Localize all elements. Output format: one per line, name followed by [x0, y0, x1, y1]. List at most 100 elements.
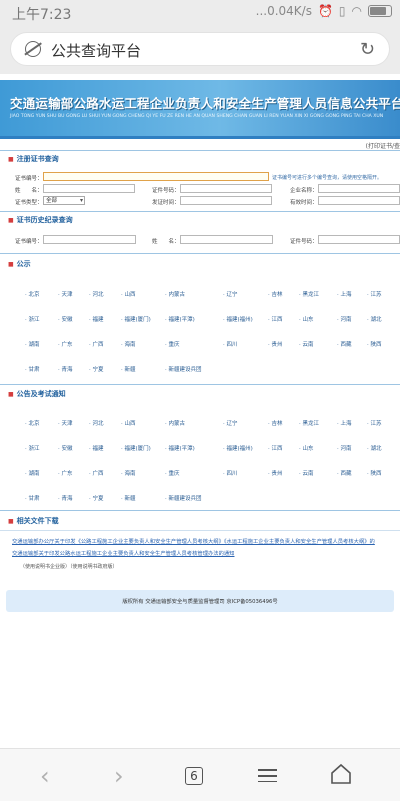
- issue-date-input[interactable]: [180, 196, 272, 205]
- public-region-link[interactable]: 安徽: [58, 315, 73, 323]
- notice-region-link[interactable]: 湖南: [25, 469, 40, 477]
- notice-region-link[interactable]: 黑龙江: [299, 419, 320, 427]
- notice-region-link[interactable]: 湖北: [367, 444, 382, 452]
- home-icon[interactable]: [330, 763, 352, 785]
- cert-no-input[interactable]: [43, 172, 269, 181]
- forward-icon[interactable]: ›: [114, 762, 124, 790]
- notice-region-link[interactable]: 内蒙古: [165, 419, 186, 427]
- notice-region-link[interactable]: 上海: [337, 419, 352, 427]
- public-region-link[interactable]: 广西: [89, 340, 104, 348]
- tabs-button[interactable]: 6: [185, 767, 203, 785]
- public-region-link[interactable]: 重庆: [165, 340, 180, 348]
- notice-region-link[interactable]: 辽宁: [223, 419, 238, 427]
- notice-region-link[interactable]: 陕西: [367, 469, 382, 477]
- doc-link-2[interactable]: 交通运输部关于印发公路水运工程施工企业主要负责人和安全生产管理人员考核管理办法的…: [12, 549, 234, 557]
- public-region-link[interactable]: 新疆: [121, 365, 136, 373]
- notice-region-link[interactable]: 河北: [89, 419, 104, 427]
- notice-region-link[interactable]: 安徽: [58, 444, 73, 452]
- doc-link-1[interactable]: 交通运输部办公厅关于印发《公路工程施工企业主要负责人和安全生产管理人员考核大纲》…: [12, 537, 375, 545]
- public-region-link[interactable]: 辽宁: [223, 290, 238, 298]
- valid-date-input[interactable]: [318, 196, 400, 205]
- notice-region-link[interactable]: 山东: [299, 444, 314, 452]
- public-region-link[interactable]: 云南: [299, 340, 314, 348]
- notice-region-link[interactable]: 福建: [89, 444, 104, 452]
- public-region-link[interactable]: 江苏: [367, 290, 382, 298]
- notice-region-link[interactable]: 青海: [58, 494, 73, 502]
- notice-region-link[interactable]: 福建(福州): [223, 444, 253, 452]
- notice-section-title: 公告及考试通知: [8, 389, 66, 399]
- banner-divider: [0, 136, 400, 139]
- alarm-icon: ⏰: [317, 4, 333, 18]
- notice-region-link[interactable]: 四川: [223, 469, 238, 477]
- public-region-link[interactable]: 山西: [121, 290, 136, 298]
- notice-region-link[interactable]: 福建(厦门): [121, 444, 151, 452]
- notice-region-link[interactable]: 吉林: [268, 419, 283, 427]
- notice-region-link[interactable]: 广西: [89, 469, 104, 477]
- issue-date-label: 发证时间：: [152, 200, 180, 206]
- public-region-link[interactable]: 福建(厦门): [121, 315, 151, 323]
- public-region-link[interactable]: 西藏: [337, 340, 352, 348]
- notice-region-link[interactable]: 广东: [58, 469, 73, 477]
- history-id-input[interactable]: [318, 235, 400, 244]
- notice-region-link[interactable]: 海南: [121, 469, 136, 477]
- public-region-link[interactable]: 河南: [337, 315, 352, 323]
- public-region-link[interactable]: 宁夏: [89, 365, 104, 373]
- notice-region-link[interactable]: 贵州: [268, 469, 283, 477]
- notice-region-link[interactable]: 江西: [268, 444, 283, 452]
- footer-text: 版权所有 交通运输部安全与质量监督管理司 京ICP备05036496号: [122, 599, 278, 605]
- cert-type-label: 证书类型：: [15, 200, 43, 206]
- name-input[interactable]: [43, 184, 135, 193]
- notice-region-link[interactable]: 甘肃: [25, 494, 40, 502]
- page-title: 公共查询平台: [51, 42, 142, 60]
- public-region-link[interactable]: 北京: [25, 290, 40, 298]
- public-region-link[interactable]: 贵州: [268, 340, 283, 348]
- doc-manual-links[interactable]: （使用说明书企业版）（使用说明书政府版）: [20, 563, 118, 570]
- public-region-link[interactable]: 天津: [58, 290, 73, 298]
- public-region-link[interactable]: 吉林: [268, 290, 283, 298]
- history-cert-no-input[interactable]: [43, 235, 136, 244]
- public-region-link[interactable]: 福建(福州): [223, 315, 253, 323]
- id-input[interactable]: [180, 184, 272, 193]
- notice-region-link[interactable]: 江苏: [367, 419, 382, 427]
- menu-icon[interactable]: [258, 769, 277, 783]
- history-section-title: 证书历史纪录查询: [8, 215, 73, 225]
- public-region-link[interactable]: 湖北: [367, 315, 382, 323]
- company-input[interactable]: [318, 184, 400, 193]
- public-region-link[interactable]: 湖南: [25, 340, 40, 348]
- public-region-link[interactable]: 福建: [89, 315, 104, 323]
- public-region-link[interactable]: 河北: [89, 290, 104, 298]
- public-region-link[interactable]: 四川: [223, 340, 238, 348]
- public-region-link[interactable]: 山东: [299, 315, 314, 323]
- vibrate-icon: ▯: [338, 4, 346, 18]
- public-region-link[interactable]: 青海: [58, 365, 73, 373]
- back-icon[interactable]: ‹: [40, 762, 50, 790]
- history-name-input[interactable]: [180, 235, 273, 244]
- public-region-link[interactable]: 陕西: [367, 340, 382, 348]
- reload-icon[interactable]: ↻: [360, 39, 375, 60]
- notice-region-link[interactable]: 山西: [121, 419, 136, 427]
- notice-region-link[interactable]: 宁夏: [89, 494, 104, 502]
- public-region-link[interactable]: 甘肃: [25, 365, 40, 373]
- cert-type-select[interactable]: 全部: [43, 196, 85, 205]
- notice-region-link[interactable]: 天津: [58, 419, 73, 427]
- notice-region-link[interactable]: 河南: [337, 444, 352, 452]
- public-region-link[interactable]: 广东: [58, 340, 73, 348]
- public-region-link[interactable]: 内蒙古: [165, 290, 186, 298]
- notice-region-link[interactable]: 福建(平潭): [165, 444, 195, 452]
- public-region-link[interactable]: 上海: [337, 290, 352, 298]
- address-bar[interactable]: 公共查询平台 ↻: [10, 32, 390, 66]
- public-region-link[interactable]: 江西: [268, 315, 283, 323]
- notice-region-link[interactable]: 北京: [25, 419, 40, 427]
- public-region-link[interactable]: 浙江: [25, 315, 40, 323]
- public-region-link[interactable]: 福建(平潭): [165, 315, 195, 323]
- print-cert-link[interactable]: (打印证书/查: [366, 141, 400, 150]
- notice-region-link[interactable]: 云南: [299, 469, 314, 477]
- notice-region-link[interactable]: 新疆建设兵团: [165, 494, 202, 502]
- public-region-link[interactable]: 新疆建设兵团: [165, 365, 202, 373]
- notice-region-link[interactable]: 新疆: [121, 494, 136, 502]
- public-region-link[interactable]: 海南: [121, 340, 136, 348]
- notice-region-link[interactable]: 重庆: [165, 469, 180, 477]
- notice-region-link[interactable]: 浙江: [25, 444, 40, 452]
- public-region-link[interactable]: 黑龙江: [299, 290, 320, 298]
- notice-region-link[interactable]: 西藏: [337, 469, 352, 477]
